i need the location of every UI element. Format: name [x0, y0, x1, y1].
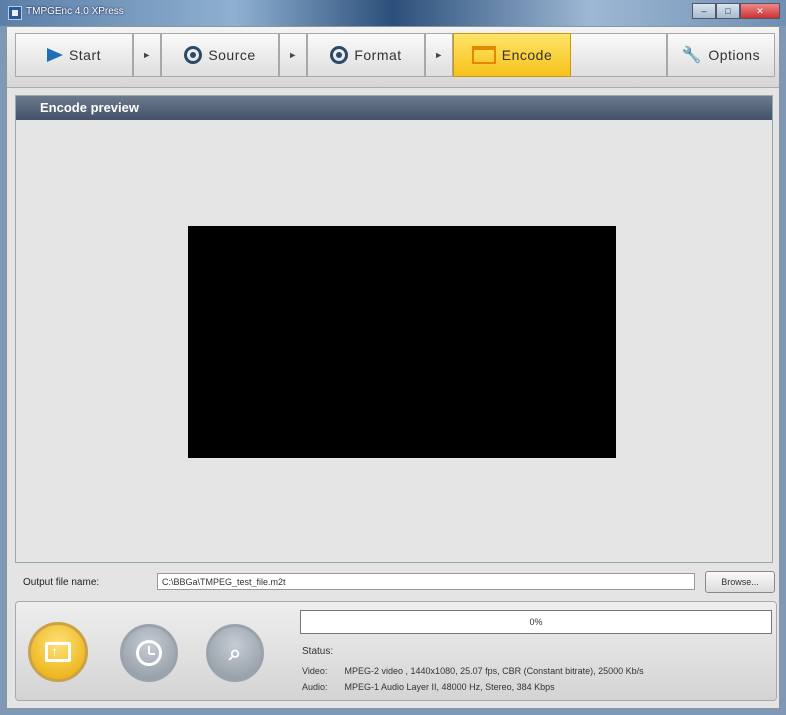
source-label: Source — [208, 47, 256, 63]
video-info: Video: MPEG-2 video , 1440x1080, 25.07 f… — [302, 666, 644, 676]
start-label: Start — [68, 47, 102, 63]
window-controls: – □ ✕ — [692, 3, 780, 19]
encode-frame-icon — [471, 46, 496, 64]
preview-search-icon: ⌕ — [228, 640, 242, 665]
source-button[interactable]: Source — [161, 33, 279, 77]
step-arrow-2[interactable]: ► — [279, 33, 307, 77]
app-icon — [8, 6, 22, 20]
start-encode-button[interactable] — [28, 622, 88, 682]
encode-preview-panel: Encode preview — [15, 95, 773, 563]
options-button[interactable]: 🔧 Options — [667, 33, 775, 77]
audio-info: Audio: MPEG-1 Audio Layer II, 48000 Hz, … — [302, 682, 555, 692]
arrow-right-icon: ► — [434, 50, 444, 60]
encode-button[interactable]: Encode — [453, 33, 571, 77]
progress-text: 0% — [529, 617, 543, 627]
output-file-label: Output file name: — [23, 577, 100, 588]
toolbar-spacer — [571, 33, 667, 77]
step-arrow-3[interactable]: ► — [425, 33, 453, 77]
maximize-button[interactable]: □ — [716, 3, 740, 19]
title-bar: TMPGEnc 4.0 XPress – □ ✕ — [0, 0, 786, 26]
video-info-value: MPEG-2 video , 1440x1080, 25.07 fps, CBR… — [344, 666, 644, 676]
audio-info-value: MPEG-1 Audio Layer II, 48000 Hz, Stereo,… — [344, 682, 555, 692]
encode-output-icon — [45, 642, 71, 662]
options-label: Options — [708, 47, 761, 63]
preview-video-area — [188, 226, 616, 458]
minimize-button[interactable]: – — [692, 3, 716, 19]
film-reel-icon — [184, 46, 203, 64]
close-button[interactable]: ✕ — [740, 3, 780, 19]
output-file-input[interactable] — [157, 573, 695, 590]
schedule-button[interactable] — [120, 624, 178, 682]
encode-label: Encode — [501, 47, 553, 63]
browse-button[interactable]: Browse... — [705, 571, 775, 593]
encode-control-panel: ⌕ 0% Status: Video: MPEG-2 video , 1440x… — [15, 601, 777, 701]
format-button[interactable]: Format — [307, 33, 425, 77]
play-icon — [46, 48, 63, 62]
start-button[interactable]: Start — [15, 33, 133, 77]
wizard-toolbar: Start ► Source ► Format ► Encode 🔧 Optio… — [7, 27, 779, 88]
clock-icon — [136, 640, 162, 666]
video-info-label: Video: — [302, 666, 328, 676]
step-arrow-1[interactable]: ► — [133, 33, 161, 77]
arrow-right-icon: ► — [142, 50, 152, 60]
preview-header: Encode preview — [16, 96, 772, 120]
format-label: Format — [354, 47, 402, 63]
wrench-icon: 🔧 — [681, 47, 703, 64]
arrow-right-icon: ► — [288, 50, 298, 60]
audio-info-label: Audio: — [302, 682, 328, 692]
app-frame: Start ► Source ► Format ► Encode 🔧 Optio… — [6, 26, 780, 709]
encode-progress-bar: 0% — [300, 610, 772, 634]
status-label: Status: — [302, 646, 334, 657]
film-reel-icon — [330, 46, 349, 64]
preview-toggle-button[interactable]: ⌕ — [206, 624, 264, 682]
window-title: TMPGEnc 4.0 XPress — [26, 6, 124, 17]
